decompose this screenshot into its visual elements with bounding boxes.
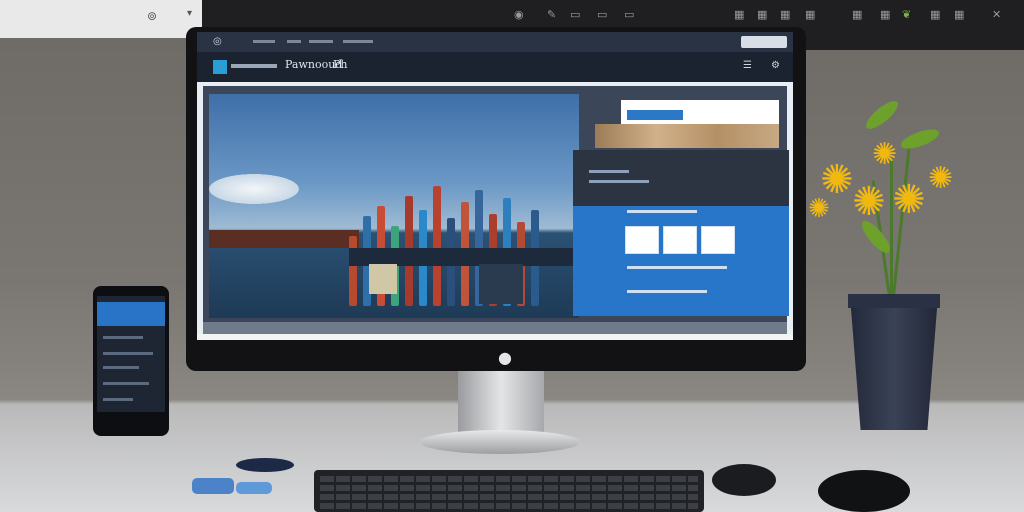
plant-pot bbox=[850, 296, 938, 430]
grid-icon: ▦ bbox=[780, 8, 791, 21]
support-leg bbox=[479, 264, 523, 304]
top-left-bar: ⊚ ▾ bbox=[0, 0, 202, 38]
grid-icon: ▦ bbox=[880, 8, 891, 21]
leaf-icon: ❦ bbox=[902, 8, 912, 21]
tab-line bbox=[343, 40, 373, 43]
eye-icon: ◉ bbox=[514, 8, 524, 21]
grid-icon: ▦ bbox=[805, 8, 816, 21]
tab-line bbox=[287, 40, 301, 43]
input-field[interactable] bbox=[701, 226, 735, 254]
flower: ✺ bbox=[928, 161, 954, 196]
phone-text-line bbox=[103, 336, 143, 339]
industrial-structure bbox=[349, 176, 579, 306]
flower: ✺ bbox=[808, 194, 830, 224]
monitor-stand bbox=[458, 371, 544, 435]
monitor-screen: ◎ Pawnooud Ph ☰ ⚙ bbox=[197, 32, 793, 340]
ad-banner-bar bbox=[627, 110, 683, 120]
hero-image bbox=[209, 94, 579, 318]
phone-header bbox=[97, 302, 165, 326]
computer-mouse bbox=[818, 470, 910, 512]
site-header: Pawnooud Ph ☰ ⚙ bbox=[197, 52, 793, 82]
wood-image bbox=[595, 124, 779, 148]
key-row bbox=[320, 503, 698, 509]
flower: ✺ bbox=[852, 179, 886, 225]
usb-dongle bbox=[192, 478, 234, 494]
grid-icon: ▦ bbox=[852, 8, 863, 21]
keyboard bbox=[314, 470, 704, 512]
pillar bbox=[433, 186, 441, 306]
flower: ✺ bbox=[872, 137, 898, 172]
menu-icon[interactable]: ☰ bbox=[743, 60, 752, 71]
usb-dongle bbox=[236, 482, 272, 494]
key-row bbox=[320, 485, 698, 491]
wireless-charger bbox=[236, 458, 294, 472]
close-icon: ✕ bbox=[992, 8, 1002, 21]
site-badge: Ph bbox=[333, 58, 348, 71]
leaf bbox=[862, 96, 902, 134]
panel-text-line bbox=[589, 180, 649, 183]
ship-hull bbox=[209, 230, 359, 248]
phone-text-line bbox=[103, 398, 133, 401]
settings-icon[interactable]: ⚙ bbox=[771, 60, 780, 71]
key-row bbox=[320, 494, 698, 500]
browser-tab-bar: ◎ bbox=[197, 32, 793, 52]
input-field[interactable] bbox=[663, 226, 697, 254]
input-field[interactable] bbox=[625, 226, 659, 254]
panel-text-line bbox=[627, 266, 727, 269]
tab-line bbox=[253, 40, 275, 43]
window-icon: ▭ bbox=[624, 8, 635, 21]
settings-icon: ⊚ bbox=[147, 9, 158, 23]
nav-line bbox=[231, 64, 277, 68]
pen-icon: ✎ bbox=[547, 8, 557, 21]
apple-logo-icon: ● bbox=[498, 348, 512, 367]
leaf bbox=[898, 125, 942, 153]
panel-text-line bbox=[627, 290, 707, 293]
phone-text-line bbox=[103, 352, 153, 355]
tab-line bbox=[309, 40, 333, 43]
footer-strip bbox=[203, 322, 787, 334]
panel-text-line bbox=[589, 170, 629, 173]
grid-icon: ▦ bbox=[734, 8, 745, 21]
plant-pot-rim bbox=[848, 294, 940, 308]
key-row bbox=[320, 476, 698, 482]
window-icon: ▭ bbox=[570, 8, 581, 21]
pillar bbox=[349, 236, 357, 306]
site-logo-icon bbox=[213, 60, 227, 74]
grid-icon: ▦ bbox=[757, 8, 768, 21]
computer-mouse bbox=[712, 464, 776, 496]
cloud bbox=[209, 174, 299, 204]
grid-icon: ▦ bbox=[954, 8, 965, 21]
browser-logo-icon: ◎ bbox=[213, 36, 222, 47]
panel-text-line bbox=[627, 210, 697, 213]
phone-text-line bbox=[103, 382, 149, 385]
search-box[interactable] bbox=[741, 36, 787, 48]
panel-header bbox=[573, 150, 789, 206]
phone-text-line bbox=[103, 366, 139, 369]
flower: ✺ bbox=[892, 177, 926, 223]
grid-icon: ▦ bbox=[930, 8, 941, 21]
monitor-stand-base bbox=[420, 430, 580, 454]
window-icon: ▭ bbox=[597, 8, 608, 21]
chevron-down-icon: ▾ bbox=[187, 8, 193, 19]
screen-bottom-edge bbox=[197, 334, 793, 340]
crane-block bbox=[369, 264, 397, 294]
